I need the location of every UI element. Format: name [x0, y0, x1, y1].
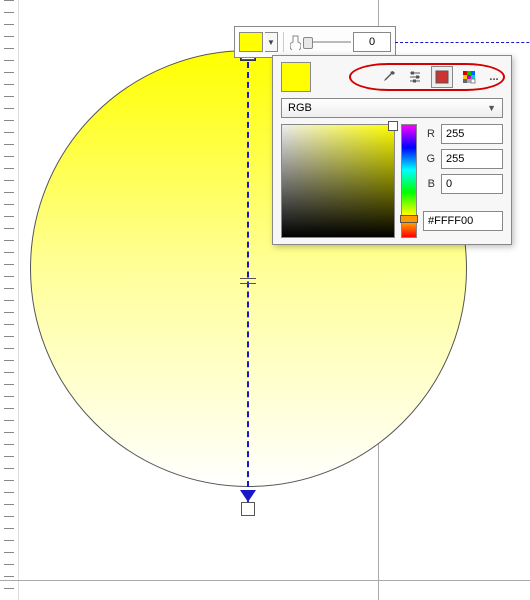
color-picker-panel: ... RGB ▼ R 255 G 255	[272, 55, 512, 245]
guide-extension	[395, 42, 530, 43]
canvas[interactable]: ▼ 0	[0, 0, 530, 600]
color-palette-icon[interactable]	[459, 67, 479, 87]
highlight-ring	[349, 63, 505, 91]
vertical-ruler	[0, 0, 19, 600]
r-input[interactable]: 255	[441, 124, 503, 144]
saturation-value-field[interactable]	[281, 124, 395, 238]
sv-cursor[interactable]	[388, 121, 398, 131]
r-label: R	[423, 128, 435, 140]
separator	[283, 32, 284, 52]
hue-slider[interactable]	[401, 124, 417, 238]
gradient-end-arrow	[240, 490, 256, 502]
g-label: G	[423, 153, 435, 165]
gradient-stop-context-bar: ▼ 0	[234, 26, 396, 58]
gradient-end-handle[interactable]	[241, 502, 255, 516]
picker-mode-icons: ...	[314, 66, 503, 88]
page-edge-horizontal	[0, 580, 530, 581]
color-field-icon[interactable]	[431, 66, 453, 88]
hex-input[interactable]: #FFFF00	[423, 211, 503, 231]
transparency-value[interactable]: 0	[353, 32, 391, 52]
b-label: B	[423, 178, 435, 190]
more-options-button[interactable]: ...	[485, 71, 503, 83]
eyedropper-icon[interactable]	[379, 67, 399, 87]
current-color-swatch[interactable]	[281, 62, 311, 92]
hue-cursor[interactable]	[400, 215, 418, 223]
b-input[interactable]: 0	[441, 174, 503, 194]
transparency-icon	[289, 33, 301, 51]
transparency-slider[interactable]	[303, 37, 351, 47]
color-model-select[interactable]: RGB ▼	[281, 98, 503, 118]
g-input[interactable]: 255	[441, 149, 503, 169]
stop-color-dropdown[interactable]: ▼	[265, 32, 278, 52]
stop-color-swatch[interactable]	[239, 32, 263, 52]
gradient-midpoint-handle[interactable]	[240, 278, 256, 284]
sliders-icon[interactable]	[405, 67, 425, 87]
slider-thumb[interactable]	[303, 37, 313, 49]
color-model-label: RGB	[288, 102, 312, 114]
chevron-down-icon: ▼	[487, 103, 496, 113]
